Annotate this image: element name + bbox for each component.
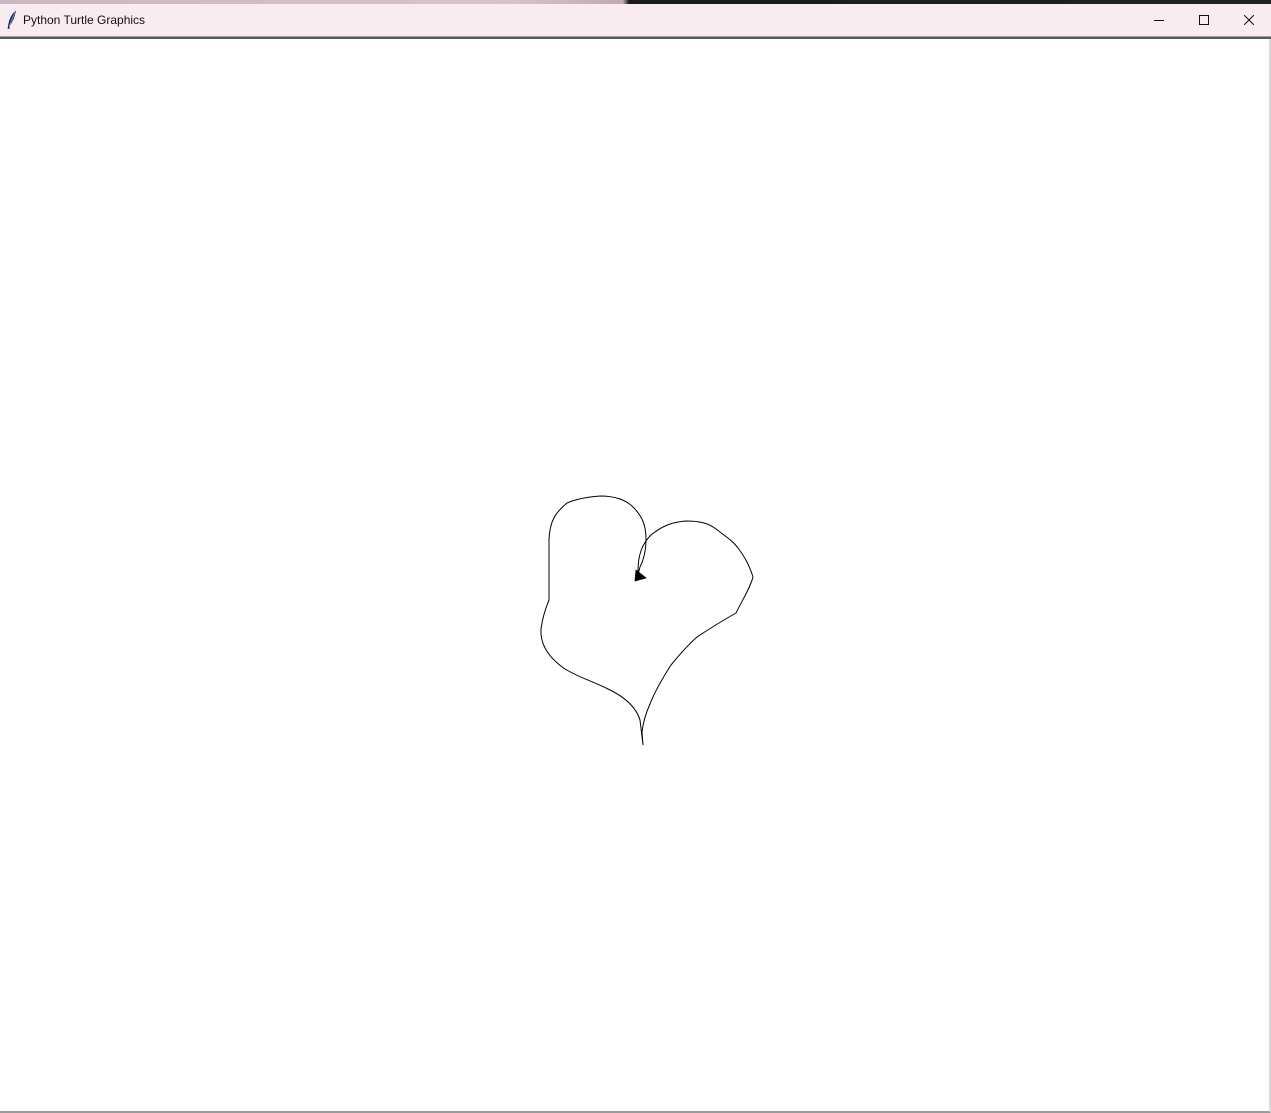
maximize-icon bbox=[1198, 15, 1209, 25]
turtle-window: Python Turtle Graphics bbox=[0, 0, 1271, 1113]
turtle-canvas[interactable] bbox=[0, 39, 1271, 1113]
window-controls bbox=[1136, 4, 1271, 36]
minimize-button[interactable] bbox=[1136, 4, 1181, 36]
window-title: Python Turtle Graphics bbox=[23, 13, 146, 27]
minimize-icon bbox=[1153, 15, 1164, 25]
feather-icon bbox=[4, 10, 20, 30]
maximize-button[interactable] bbox=[1181, 4, 1226, 36]
turtle-arrow-icon bbox=[634, 569, 647, 582]
close-icon bbox=[1243, 15, 1254, 25]
title-bar[interactable]: Python Turtle Graphics bbox=[0, 4, 1271, 36]
close-button[interactable] bbox=[1226, 4, 1271, 36]
heart-drawing bbox=[540, 495, 754, 746]
